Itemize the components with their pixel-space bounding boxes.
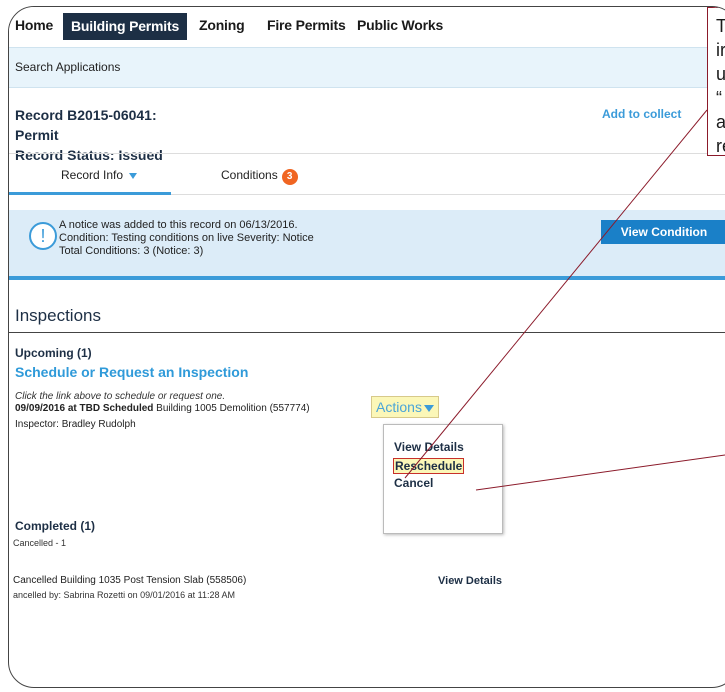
cancelled-status: Cancelled [13,575,58,586]
record-id: Record B2015-06041: [15,107,157,123]
cancelled-inspection: Cancelled Building 1035 Post Tension Sla… [13,575,246,586]
nav-fire-permits[interactable]: Fire Permits [267,17,346,33]
record-type: Permit [15,127,59,143]
nav-home[interactable]: Home [15,17,53,33]
upcoming-inspection: 09/09/2016 at TBD Scheduled Building 100… [15,403,310,414]
cancelled-by: ancelled by: Sabrina Rozetti on 09/01/20… [13,590,235,600]
nav-zoning[interactable]: Zoning [199,17,245,33]
exclamation-icon: ! [29,222,57,250]
page-frame: Home Building Permits Zoning Fire Permit… [8,6,725,688]
callout-line: a [716,110,725,134]
search-applications-label[interactable]: Search Applications [15,60,120,74]
conditions-count-badge: 3 [281,169,298,185]
section-divider [9,332,725,333]
upcoming-heading: Upcoming (1) [15,346,92,360]
view-condition-button[interactable]: View Condition [601,220,725,244]
nav-public-works[interactable]: Public Works [357,17,443,33]
triangle-down-icon [423,404,434,412]
caret-down-icon [129,172,138,179]
callout-line: re [716,136,725,156]
menu-reschedule[interactable]: Reschedule [393,458,465,474]
completed-view-details-link[interactable]: View Details [438,575,502,587]
notice-text: A notice was added to this record on 06/… [59,219,314,258]
menu-cancel[interactable]: Cancel [394,476,433,490]
condition-notice-banner: ! A notice was added to this record on 0… [9,210,725,280]
inspection-date: 09/09/2016 at TBD Scheduled [15,403,154,414]
menu-view-details[interactable]: View Details [394,440,464,454]
add-to-collection-link[interactable]: Add to collect [602,107,681,121]
tab-conditions[interactable]: Conditions 3 [221,168,298,185]
search-applications-bar[interactable]: Search Applications [9,47,725,88]
actions-menu: View Details Reschedule Cancel [383,424,503,534]
schedule-hint: Click the link above to schedule or requ… [15,391,226,402]
notice-line: A notice was added to this record on 06/… [59,219,298,231]
top-navigation: Home Building Permits Zoning Fire Permit… [9,7,725,47]
tab-record-info[interactable]: Record Info [61,168,138,182]
actions-label: Actions [376,399,422,415]
cancelled-description: Building 1035 Post Tension Slab (558506) [57,575,247,586]
active-tab-indicator [9,192,171,195]
tab-conditions-label: Conditions [221,168,278,182]
callout-line: “ [716,88,722,108]
inspector-name: Inspector: Bradley Rudolph [15,419,136,430]
actions-dropdown-button[interactable]: Actions [371,396,439,418]
inspections-heading: Inspections [15,306,101,325]
callout-line: ir [716,40,725,60]
cancelled-count: Cancelled - 1 [13,538,67,548]
completed-heading: Completed (1) [15,519,96,533]
callout-line: u [716,62,725,86]
annotation-callout: T ir u “ a re [707,7,725,156]
record-tabs: Record Info Conditions 3 [9,153,725,195]
schedule-inspection-link[interactable]: Schedule or Request an Inspection [15,364,248,380]
tab-record-info-label: Record Info [61,168,124,182]
nav-building-permits[interactable]: Building Permits [63,13,188,40]
callout-line: T [716,14,725,38]
inspection-description: Building 1005 Demolition (557774) [153,403,310,414]
notice-line: Total Conditions: 3 (Notice: 3) [59,245,204,257]
callout-text: T ir u “ a re [716,14,725,158]
notice-line: Condition: Testing conditions on live Se… [59,232,314,244]
